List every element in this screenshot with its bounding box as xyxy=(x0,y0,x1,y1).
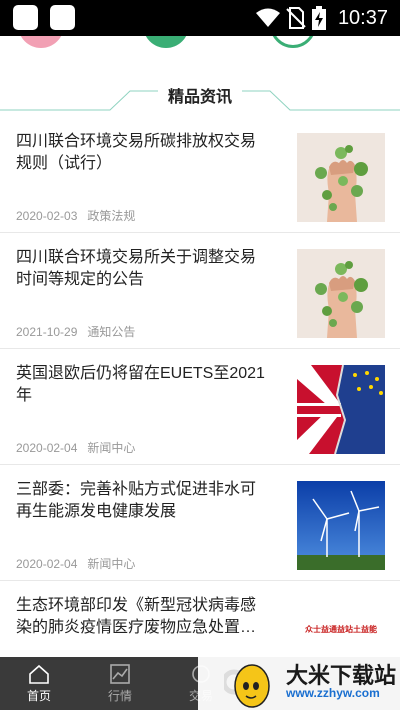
fist-plant-image xyxy=(297,133,385,222)
news-title: 英国退欧后仍将留在EUETS至2021年 xyxy=(16,365,265,404)
category-icon[interactable] xyxy=(143,36,189,48)
news-date: 2020-02-04 xyxy=(16,557,78,571)
wifi-icon xyxy=(255,8,280,27)
news-item[interactable]: 三部委：完善补贴方式促进非水可再生能源发电健康发展 2020-02-04 新闻中心 xyxy=(0,465,400,581)
status-time: 10:37 xyxy=(337,6,388,29)
news-category: 新闻中心 xyxy=(87,441,136,455)
news-meta: 2020-02-04 新闻中心 xyxy=(16,555,135,572)
news-meta: 2020-02-04 新闻中心 xyxy=(16,439,135,456)
nav-item-home[interactable]: 首页 xyxy=(14,663,64,704)
red-text-image-caption: 众士益通益站土益能 xyxy=(305,625,377,634)
news-list: 四川联合环境交易所碳排放权交易规则（试行） 2020-02-03 政策法规 四川联… xyxy=(0,117,400,697)
news-item[interactable]: 四川联合环境交易所关于调整交易时间等规定的公告 2021-10-29 通知公告 xyxy=(0,233,400,349)
news-date: 2020-02-03 xyxy=(16,209,78,223)
fist-plant-image xyxy=(297,249,385,338)
status-bar: 10:37 xyxy=(0,0,400,36)
news-meta: 2021-10-29 通知公告 xyxy=(16,323,135,340)
section-title: 精品资讯 xyxy=(167,89,232,106)
nav-label: 首页 xyxy=(26,689,51,703)
news-title: 生态环境部印发《新型冠状病毒感染的肺炎疫情医疗废物应急处置… xyxy=(16,597,257,636)
app-notification-icon xyxy=(13,5,38,30)
home-icon xyxy=(29,664,49,684)
news-item[interactable]: 四川联合环境交易所碳排放权交易规则（试行） 2020-02-03 政策法规 xyxy=(0,117,400,233)
news-category: 新闻中心 xyxy=(87,557,136,571)
news-meta: 2020-02-03 政策法规 xyxy=(16,207,135,224)
no-sim-icon xyxy=(286,7,306,29)
news-date: 2021-10-29 xyxy=(16,325,78,339)
nav-label: 行情 xyxy=(107,689,132,703)
news-title: 三部委：完善补贴方式促进非水可再生能源发电健康发展 xyxy=(16,481,257,520)
category-icon[interactable] xyxy=(270,36,316,48)
category-icons-row xyxy=(0,36,400,74)
battery-charging-icon xyxy=(311,6,326,30)
nav-item-market[interactable]: 行情 xyxy=(95,663,145,704)
app-notification-icon xyxy=(50,5,75,30)
news-category: 通知公告 xyxy=(87,325,136,339)
news-item[interactable]: 英国退欧后仍将留在EUETS至2021年 2020-02-04 新闻中心 xyxy=(0,349,400,465)
egg-mascot-icon xyxy=(224,664,270,708)
news-title: 四川联合环境交易所关于调整交易时间等规定的公告 xyxy=(16,249,257,288)
news-category: 政策法规 xyxy=(87,209,136,223)
watermark: 大米下载站 www.zzhyw.com xyxy=(198,652,400,710)
section-header: 精品资讯 xyxy=(0,74,400,114)
category-icon[interactable] xyxy=(18,36,64,48)
wind-turbine-image xyxy=(297,481,385,570)
uk-eu-flag-image xyxy=(297,365,385,454)
news-title: 四川联合环境交易所碳排放权交易规则（试行） xyxy=(16,133,257,172)
chart-icon xyxy=(110,664,130,684)
news-date: 2020-02-04 xyxy=(16,441,78,455)
watermark-url: www.zzhyw.com xyxy=(286,686,380,700)
